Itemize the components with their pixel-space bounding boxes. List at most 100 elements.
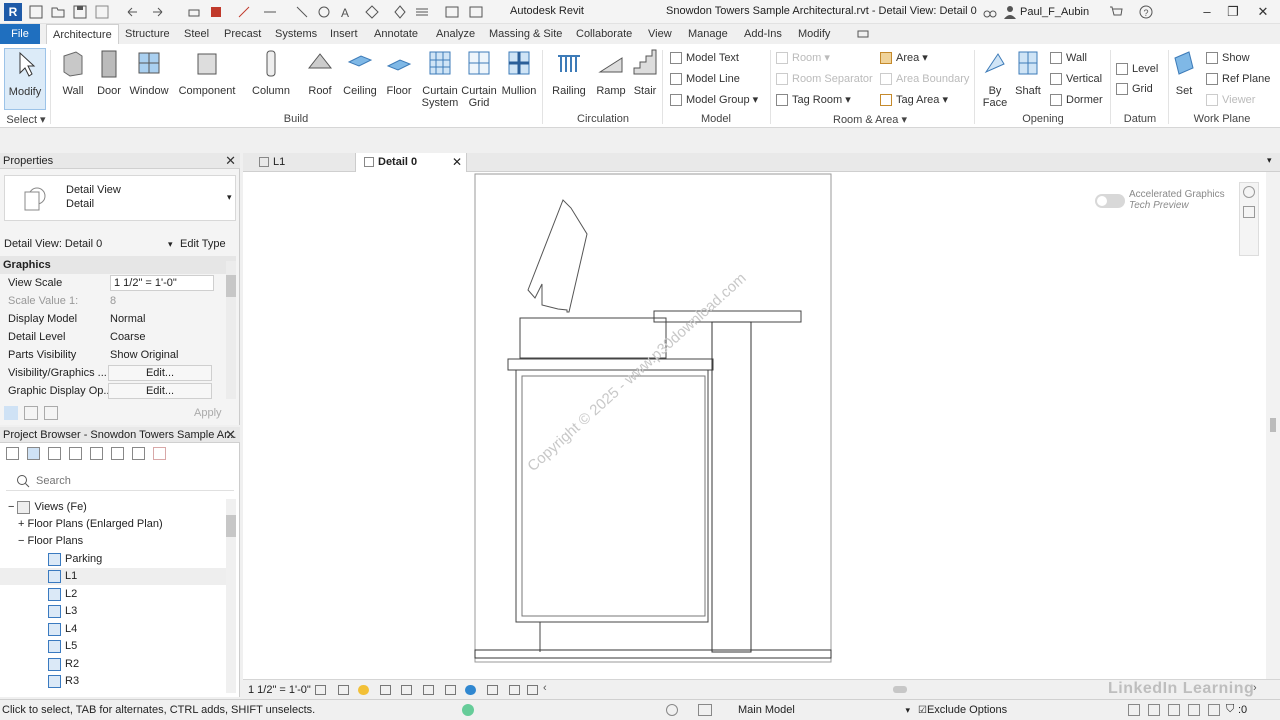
area-button[interactable]: Area ▾ [880, 50, 928, 66]
tab-massing-site[interactable]: Massing & Site [483, 24, 568, 44]
drawing-canvas[interactable]: Copyright © 2025 - www.p30download.com A… [243, 172, 1266, 679]
search-input[interactable] [36, 473, 226, 489]
thin-lines-icon[interactable] [414, 4, 430, 20]
select-underlay-icon[interactable] [1148, 704, 1160, 716]
delete-icon[interactable] [208, 4, 224, 20]
measure-icon[interactable] [236, 4, 252, 20]
text-icon[interactable]: A [338, 4, 354, 20]
print-icon[interactable] [186, 4, 202, 20]
scroll-left-icon[interactable]: ‹ [543, 682, 547, 694]
zoom-icon[interactable] [1243, 206, 1255, 218]
tree-item-r3[interactable]: R3 [48, 673, 79, 690]
select-pinned-icon[interactable] [1168, 704, 1180, 716]
schedules-icon[interactable] [69, 447, 82, 460]
tree-item-l1[interactable]: L1 [0, 568, 226, 585]
select-by-face-icon[interactable] [1188, 704, 1200, 716]
by-face-button[interactable]: By Face [980, 48, 1010, 109]
tab-precast[interactable]: Precast [218, 24, 267, 44]
tab-view[interactable]: View [642, 24, 678, 44]
tab-steel[interactable]: Steel [178, 24, 215, 44]
revit-logo-icon[interactable]: R [4, 3, 22, 21]
tab-menu-icon[interactable]: ▾ [1267, 155, 1272, 166]
model-text-button[interactable]: Model Text [670, 50, 739, 66]
close-icon[interactable]: ✕ [225, 153, 236, 169]
3d-view-icon[interactable] [316, 4, 332, 20]
component-button[interactable]: Component [176, 48, 238, 97]
show-workplane-button[interactable]: Show [1206, 50, 1250, 66]
level-button[interactable]: Level [1116, 61, 1158, 77]
visual-style-icon[interactable] [338, 685, 349, 695]
edit-graphic-display-button[interactable]: Edit... [108, 383, 212, 399]
set-workplane-button[interactable]: Set [1170, 48, 1198, 97]
edit-type-button[interactable]: Edit Type [180, 236, 226, 252]
binoculars-icon[interactable] [982, 4, 998, 20]
sort-icon[interactable] [24, 406, 38, 420]
property-row[interactable]: Parts Visibility Show Original [0, 346, 222, 364]
tab-manage[interactable]: Manage [682, 24, 734, 44]
tab-insert[interactable]: Insert [324, 24, 364, 44]
window-button[interactable]: Window [128, 48, 170, 97]
minimize-button[interactable]: – [1196, 2, 1218, 22]
analytical-model-icon[interactable] [527, 685, 538, 695]
crop-view-icon[interactable] [401, 685, 412, 695]
wall-opening-button[interactable]: Wall [1050, 50, 1087, 66]
dormer-button[interactable]: Dormer [1050, 92, 1103, 108]
select-links-icon[interactable] [1128, 704, 1140, 716]
vertical-opening-button[interactable]: Vertical [1050, 71, 1102, 87]
cart-icon[interactable] [1108, 4, 1124, 20]
browser-search[interactable] [6, 471, 234, 491]
tree-floor-plans-enlarged[interactable]: + Floor Plans (Enlarged Plan) [18, 516, 163, 533]
close-window-button[interactable]: ✕ [1252, 2, 1274, 22]
tree-item-l2[interactable]: L2 [48, 586, 77, 603]
shadows-icon[interactable] [380, 685, 391, 695]
room-button[interactable]: Room ▾ [776, 50, 830, 66]
room-area-group-label[interactable]: Room & Area ▾ [800, 113, 940, 126]
stair-button[interactable]: Stair [630, 48, 660, 97]
revit-links-icon[interactable] [153, 447, 166, 460]
horizontal-scroll-thumb[interactable] [893, 686, 907, 693]
tree-item-l3[interactable]: L3 [48, 603, 77, 620]
property-row[interactable]: Display Model Normal [0, 310, 222, 328]
graphics-section[interactable]: Graphics [0, 256, 236, 274]
tab-collaborate[interactable]: Collaborate [570, 24, 638, 44]
grid-button[interactable]: Grid [1116, 81, 1153, 97]
tab-structure[interactable]: Structure [119, 24, 176, 44]
view-tab-l1[interactable]: L1 [251, 153, 355, 172]
canvas-vertical-scrollbar[interactable] [1266, 172, 1280, 679]
tree-item-l5[interactable]: L5 [48, 638, 77, 655]
wall-button[interactable]: Wall [56, 48, 90, 97]
instance-filter[interactable]: Detail View: Detail 0 ▾ Edit Type [4, 236, 236, 252]
curtain-system-button[interactable]: Curtain System [418, 48, 462, 109]
help-icon[interactable]: ? [1138, 4, 1154, 20]
tab-add-ins[interactable]: Add-Ins [738, 24, 788, 44]
default-3d-icon[interactable] [364, 4, 380, 20]
panel-toggle-icon[interactable] [856, 26, 872, 42]
families-icon[interactable] [90, 447, 103, 460]
redo-icon[interactable] [150, 4, 166, 20]
aligned-dimension-icon[interactable] [262, 4, 278, 20]
ceiling-button[interactable]: Ceiling [340, 48, 380, 97]
shaft-button[interactable]: Shaft [1012, 48, 1044, 97]
home-view-icon[interactable] [6, 447, 19, 460]
browser-scrollbar[interactable] [226, 499, 236, 693]
sort-alpha-icon[interactable] [44, 406, 58, 420]
undo-icon[interactable] [124, 4, 140, 20]
tag-icon[interactable] [294, 4, 310, 20]
tab-systems[interactable]: Systems [269, 24, 323, 44]
drag-elements-icon[interactable] [1208, 704, 1220, 716]
categorized-icon[interactable] [4, 406, 18, 420]
curtain-grid-button[interactable]: Curtain Grid [460, 48, 498, 109]
reveal-hidden-icon[interactable] [465, 685, 476, 695]
temporary-hide-icon[interactable] [445, 685, 456, 695]
property-row[interactable]: Detail Level Coarse [0, 328, 222, 346]
links-icon[interactable] [132, 447, 145, 460]
tab-modify[interactable]: Modify [792, 24, 836, 44]
close-hidden-icon[interactable] [444, 4, 460, 20]
worksets-icon[interactable] [462, 704, 474, 716]
user-name[interactable]: Paul_F_Aubin [1020, 6, 1089, 18]
close-tab-icon[interactable]: ✕ [452, 153, 462, 172]
roof-button[interactable]: Roof [302, 48, 338, 97]
railing-button[interactable]: Railing [548, 48, 590, 97]
switch-windows-icon[interactable] [468, 4, 484, 20]
column-button[interactable]: Column [250, 48, 292, 97]
